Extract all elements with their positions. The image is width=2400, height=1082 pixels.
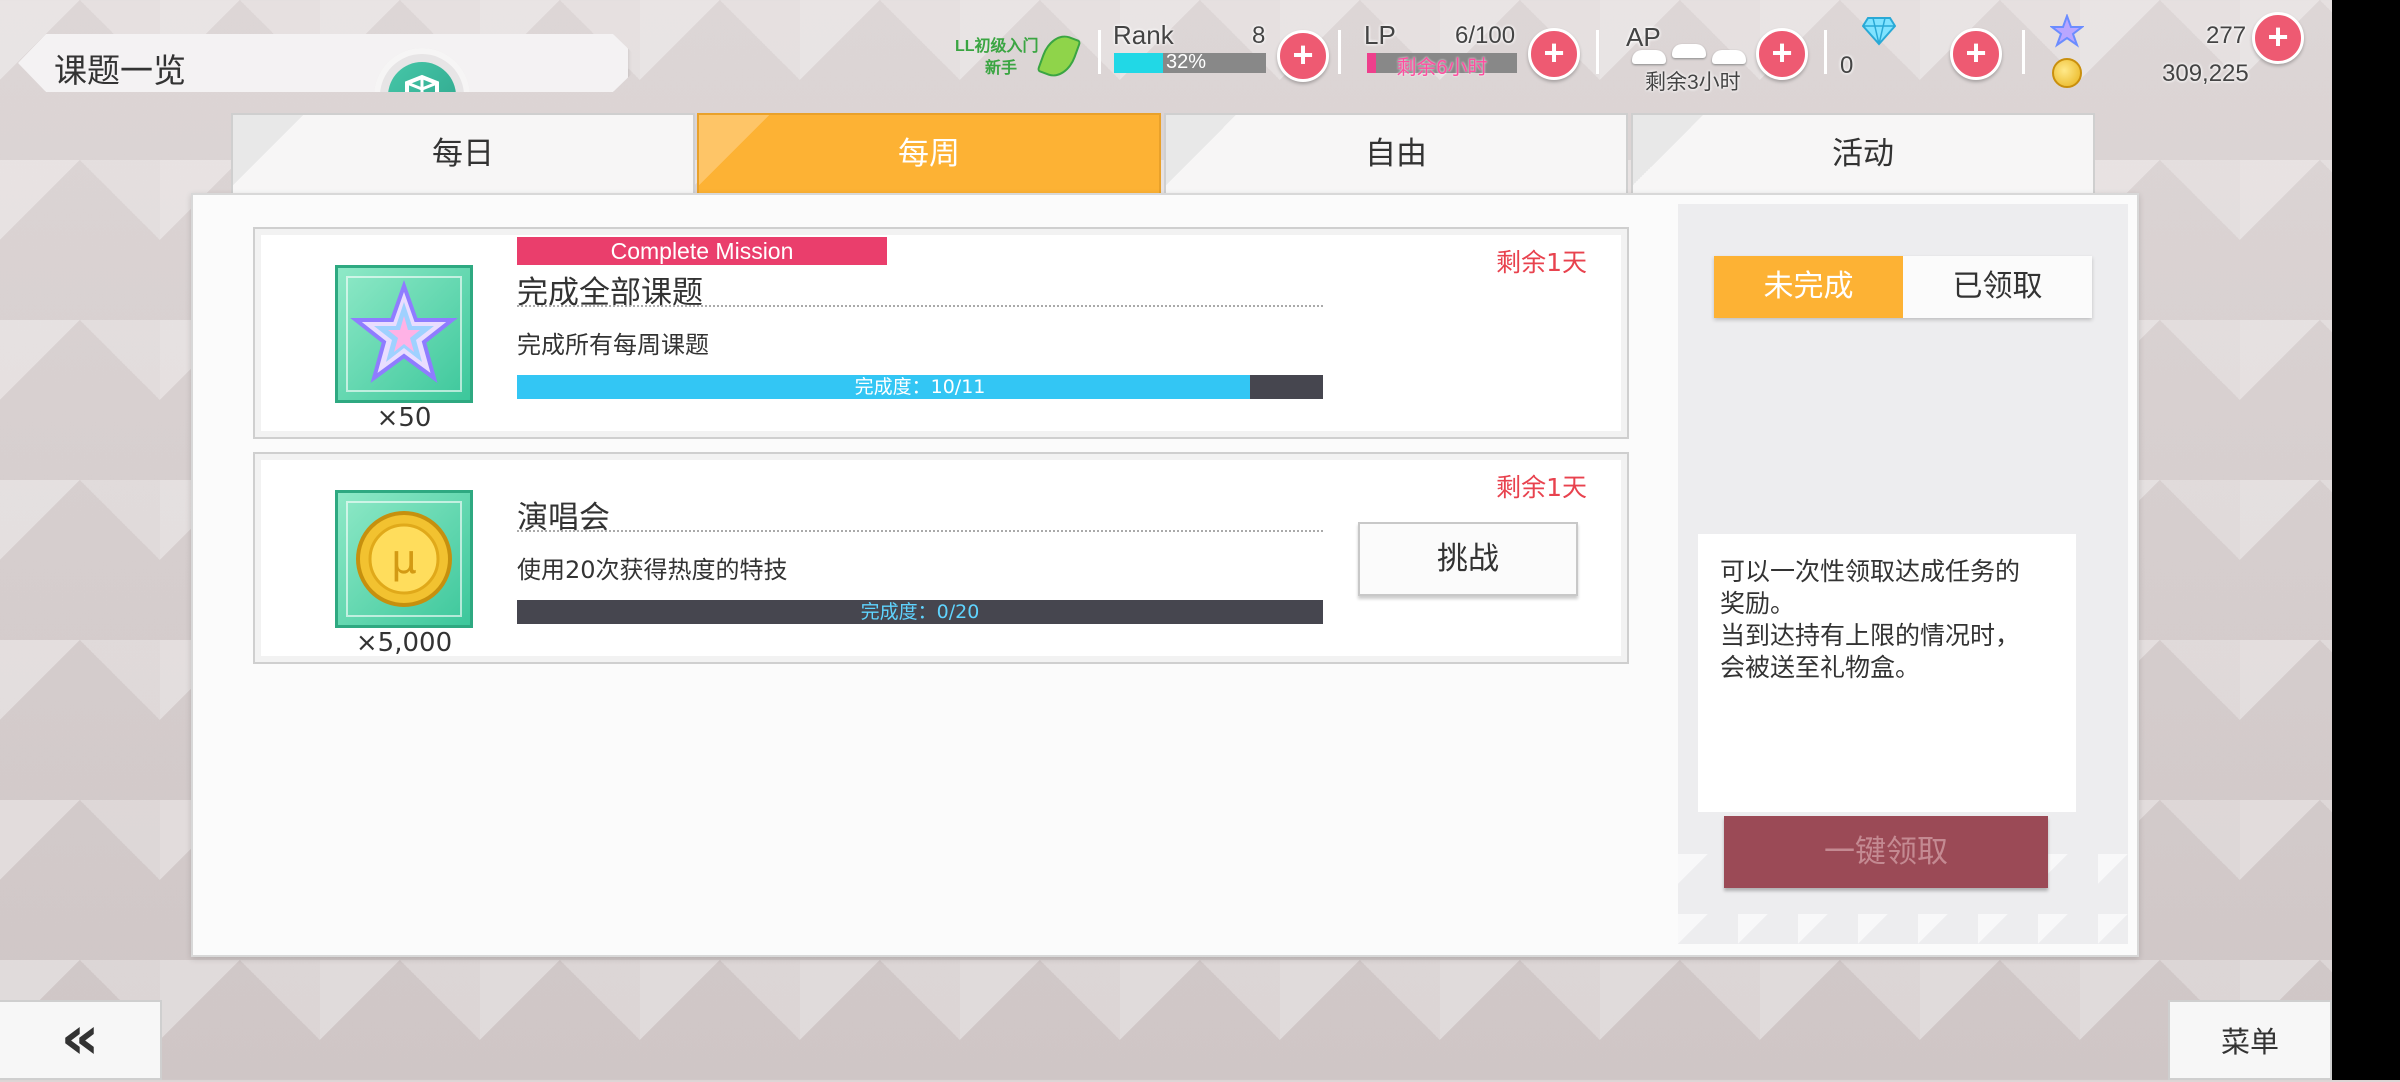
mission-card[interactable]: µ ×5,000 演唱会 使用20次获得热度的特技 剩余1天 完成度：0/20 … [253,452,1629,664]
mission-progress-bar: 完成度：10/11 [517,375,1323,399]
info-text: 会被送至礼物盒。 [1720,653,1921,682]
svg-text:µ: µ [391,537,416,583]
star-gem-icon [2049,13,2085,53]
divider [1338,30,1341,74]
rank-progress-bar: 32% [1114,51,1266,73]
time-remaining: 剩余1天 [1496,248,1587,277]
back-button[interactable]: « [0,1000,162,1080]
gold-coin-reward-icon: µ [335,490,473,628]
star-gem-reward-icon [335,265,473,403]
tab-label: 每周 [898,136,960,172]
status-filter: 未完成 已领取 [1714,256,2092,318]
player-title-badge[interactable]: LL初级入门 新手 [955,29,1085,83]
divider [1596,30,1599,74]
tab-daily[interactable]: 每日 [231,113,695,193]
mission-card[interactable]: ×50 Complete Mission 完成全部课题 完成所有每周课题 剩余1… [253,227,1629,439]
gold-count: 309,225 [2162,60,2249,87]
info-text: 可以一次性领取达成任务的 [1720,557,2021,586]
tab-free[interactable]: 自由 [1164,113,1628,193]
divider [517,530,1323,532]
mission-progress-bar: 完成度：0/20 [517,600,1323,624]
tab-weekly[interactable]: 每周 [697,113,1161,193]
rank-plus-button[interactable]: + [1277,30,1329,82]
complete-mission-tag: Complete Mission [517,237,887,265]
mission-description: 完成所有每周课题 [517,331,709,359]
tab-label: 每日 [432,136,494,172]
menu-button[interactable]: 菜单 [2168,1000,2332,1080]
ap-label: AP [1626,22,1661,52]
ap-recover-time: 剩余3小时 [1645,71,1741,94]
ap-shoe-icon [1672,44,1706,58]
divider [1098,30,1101,74]
rank-label: Rank [1113,20,1174,50]
gem-plus-button[interactable]: + [1950,28,2002,80]
progress-text: 完成度：10/11 [854,376,986,398]
rank-progress-fill [1114,53,1163,73]
lp-bar: 剩余6小时 [1367,53,1517,79]
ap-shoe-icon [1632,50,1666,64]
lp-recover-time: 剩余6小时 [1396,57,1488,79]
reward-quantity: ×5,000 [355,628,453,658]
lp-plus-button[interactable]: + [1528,28,1580,80]
filter-incomplete-button[interactable]: 未完成 [1714,256,1903,318]
ap-plus-button[interactable]: + [1756,28,1808,80]
star-gem-count: 277 [2206,22,2247,49]
divider [1824,30,1827,74]
info-box: 可以一次性领取达成任务的 奖励。 当到达持有上限的情况时， 会被送至礼物盒。 [1698,534,2076,812]
badge-line1: LL初级入门 [955,38,1039,55]
tab-label: 自由 [1365,136,1427,172]
double-chevron-left-icon: « [60,1003,100,1073]
time-remaining: 剩余1天 [1496,473,1587,502]
lp-label: LP [1364,20,1396,50]
divider [517,305,1323,307]
star-gem-plus-button[interactable]: + [2252,12,2304,64]
info-text: 奖励。 [1720,589,1796,618]
mission-description: 使用20次获得热度的特技 [517,556,788,584]
rank-percent: 32% [1166,51,1207,73]
claim-all-button[interactable]: 一键领取 [1724,816,2048,888]
badge-line2: 新手 [985,60,1018,77]
rank-value: 8 [1252,22,1266,49]
lp-value: 6/100 [1455,22,1516,49]
info-text: 当到达持有上限的情况时， [1720,621,2021,650]
challenge-button[interactable]: 挑战 [1358,522,1578,596]
gem-count: 0 [1840,52,1854,79]
leaf-icon [1036,29,1082,83]
divider [2022,30,2025,74]
diamond-icon [1861,16,1897,51]
screen-edge [2332,0,2400,1080]
tab-event[interactable]: 活动 [1631,113,2095,193]
progress-text: 完成度：0/20 [860,601,980,623]
tab-label: 活动 [1832,136,1894,172]
side-panel: 未完成 已领取 可以一次性领取达成任务的 奖励。 当到达持有上限的情况时， 会被… [1678,204,2128,944]
gold-coin-icon [2052,58,2082,88]
filter-claimed-button[interactable]: 已领取 [1903,256,2092,318]
resource-header: LL初级入门 新手 Rank 8 32% + LP 6/100 剩余6小时 + … [0,0,2332,110]
reward-quantity: ×50 [376,403,432,433]
ap-shoe-icon [1712,50,1746,64]
